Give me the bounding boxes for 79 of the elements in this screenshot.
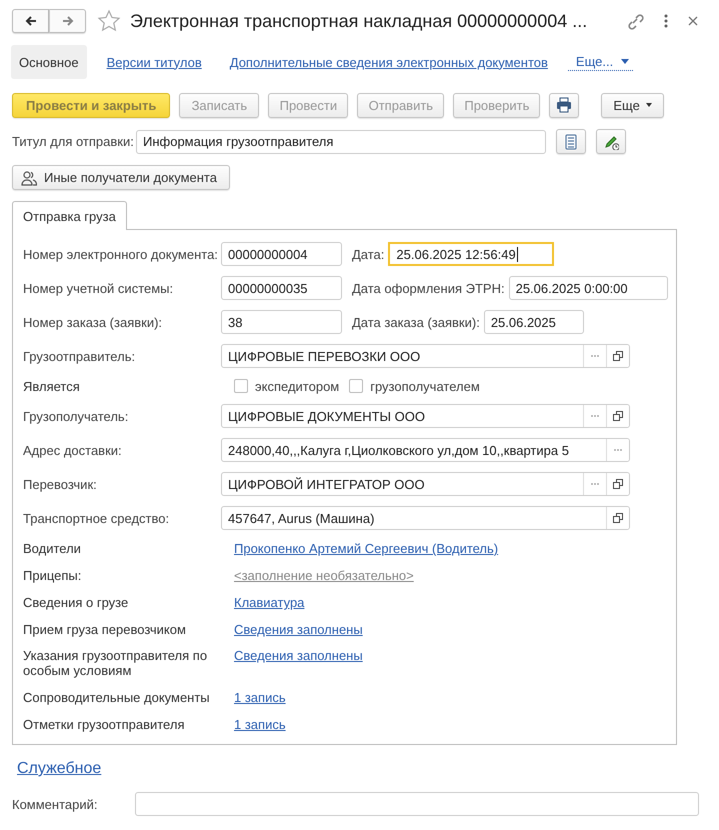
input-field[interactable]: 25.06.2025 12:56:49 [388, 242, 554, 266]
open-window-icon [612, 350, 624, 362]
field-label: Сопроводительные документы [23, 690, 211, 705]
input-field[interactable]: ЦИФРОВЫЕ ДОКУМЕНТЫ ООО [221, 404, 630, 428]
people-icon [21, 170, 37, 186]
input-field[interactable]: ЦИФРОВОЙ ИНТЕГРАТОР ООО [221, 472, 630, 496]
link[interactable]: Сведения заполнены [234, 648, 363, 663]
open-button[interactable] [606, 473, 629, 495]
field-label: Отметки грузоотправителя [23, 717, 186, 732]
input-field[interactable]: 457647, Aurus (Машина) [221, 506, 630, 530]
caret-icon [646, 103, 652, 107]
service-link[interactable]: Служебное [17, 760, 102, 778]
input-field[interactable]: 00000000035 [221, 276, 342, 300]
input-field[interactable]: 248000,40,,,Калуга г,Циолковского ул,дом 10,,квартира 5 [221, 438, 630, 462]
input-field[interactable]: 25.06.2025 [484, 310, 584, 334]
field-label: Водители [23, 541, 82, 556]
open-button[interactable] [606, 405, 629, 427]
field-label: Дата заказа (заявки): [352, 314, 480, 330]
field-label: Транспортное средство: [23, 510, 170, 526]
back-button[interactable] [12, 9, 49, 33]
field-label: Дата оформления ЭТРН: [352, 280, 505, 296]
nav-tab[interactable]: Основное [11, 45, 87, 79]
field-label: Комментарий: [12, 796, 98, 812]
checkbox-label: грузополучателем [370, 378, 480, 394]
open-button[interactable] [606, 507, 629, 529]
checkbox-label: экспедитором [255, 378, 340, 394]
input-field[interactable]: 00000000004 [221, 242, 342, 266]
list-button[interactable] [556, 129, 586, 154]
ellipsis-icon [590, 354, 600, 358]
field-label: Прием груза перевозчиком [23, 622, 187, 637]
field-label: Перевозчик: [23, 476, 98, 492]
star-icon[interactable] [97, 9, 121, 33]
checkbox[interactable] [349, 379, 364, 393]
recipients-button[interactable]: Иные получатели документа [12, 165, 230, 190]
ellipsis-icon [590, 482, 600, 486]
more-link[interactable]: Еще... [568, 54, 634, 70]
print-button[interactable] [549, 92, 580, 118]
pen-clock-icon [603, 134, 619, 150]
field-label: Прицепы: [23, 568, 82, 583]
link[interactable]: <заполнение необязательно> [234, 568, 414, 583]
link[interactable]: Прокопенко Артемий Сергеевич (Водитель) [234, 541, 498, 556]
field-label: Титул для отправки: [12, 134, 135, 149]
link[interactable]: Клавиатура [234, 595, 304, 610]
link[interactable]: 1 запись [234, 717, 286, 732]
field-label: Является [23, 378, 81, 394]
ellipsis-icon [590, 414, 600, 418]
ellipsis-icon [613, 448, 623, 452]
tab[interactable]: Отправка груза [12, 201, 127, 230]
field-label: Грузополучатель: [23, 408, 130, 424]
input-field[interactable]: 38 [221, 310, 342, 334]
window-title: Электронная транспортная накладная 00000000004 ... [130, 10, 588, 32]
caret-icon [621, 59, 630, 64]
link[interactable]: 1 запись [234, 690, 286, 705]
field-label: Адрес доставки: [23, 442, 123, 458]
field-label: Указания грузоотправителя по особым условиям [23, 648, 208, 678]
input-field[interactable]: Информация грузоотправителя [136, 130, 546, 154]
close-icon[interactable] [687, 15, 699, 27]
more-options-icon[interactable] [663, 13, 669, 29]
open-window-icon [612, 512, 624, 524]
nav-tab[interactable]: Дополнительные сведения электронных документов [222, 45, 556, 79]
list-icon [564, 134, 578, 150]
open-window-icon [612, 478, 624, 490]
field-label: Дата: [352, 246, 384, 262]
input-field[interactable]: 25.06.2025 0:00:00 [508, 276, 668, 300]
open-button[interactable] [606, 345, 629, 367]
comment-field[interactable] [135, 792, 699, 816]
edit-button[interactable] [596, 129, 626, 154]
link[interactable]: Сведения заполнены [234, 622, 363, 637]
field-label: Грузоотправитель: [23, 348, 136, 364]
field-label: Номер электронного документа: [23, 246, 219, 262]
field-label: Номер учетной системы: [23, 280, 174, 296]
field-label: Номер заказа (заявки): [23, 314, 164, 330]
open-window-icon [612, 410, 624, 422]
field-label: Сведения о грузе [23, 595, 130, 610]
nav-tab[interactable]: Версии титулов [98, 45, 210, 79]
input-field[interactable]: ЦИФРОВЫЕ ПЕРЕВОЗКИ ООО [221, 344, 630, 368]
more-button[interactable]: Еще [601, 92, 664, 118]
printer-icon [556, 97, 572, 113]
checkbox[interactable] [234, 379, 248, 393]
